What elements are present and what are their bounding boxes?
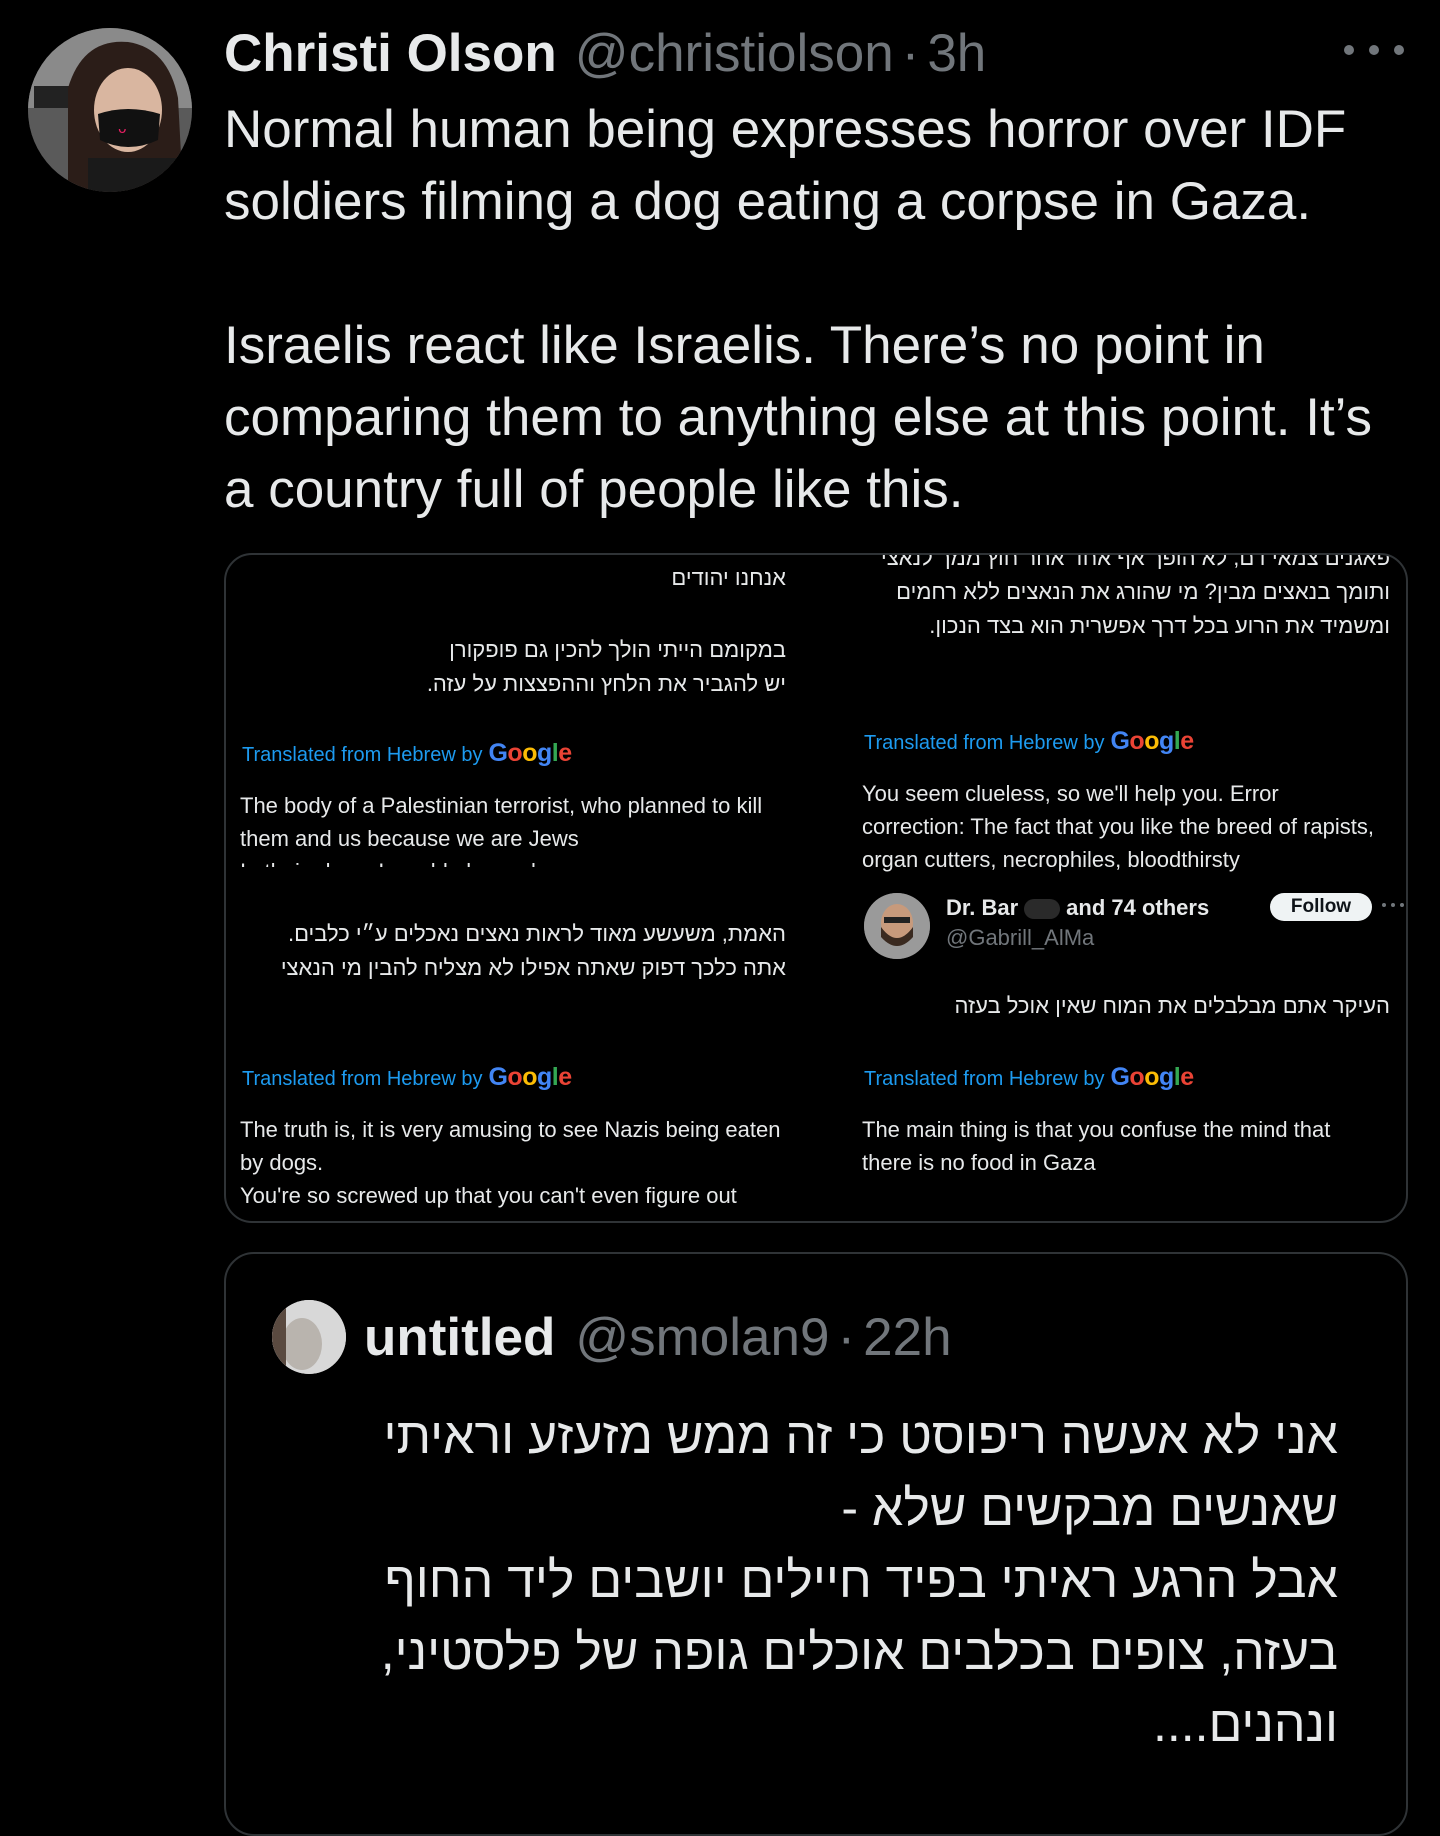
translation-label: Translated from Hebrew by Google — [242, 739, 572, 767]
author-avatar[interactable]: ᴗ — [28, 28, 192, 192]
author-handle[interactable]: @christiolson — [575, 23, 894, 84]
profile-photo — [864, 893, 930, 959]
translated-text: The truth is, it is very amusing to see … — [240, 1117, 781, 1208]
tweet-body: Normal human being expresses horror over… — [224, 94, 1414, 526]
translated-text: You seem clueless, so we'll help you. Er… — [862, 781, 1374, 872]
author-name[interactable]: Christi Olson — [224, 23, 557, 84]
quoted-tweet-header: untitled @smolan9 · 22h — [364, 1302, 952, 1372]
reply-user-avatar[interactable] — [864, 893, 930, 959]
tweet-paragraph: Normal human being expresses horror over… — [224, 100, 1347, 231]
quoted-text-line: אני לא אעשה ריפוסט כי זה ממש מזעזע וראית… — [383, 1408, 1338, 1464]
reply-user-name[interactable]: Dr. Bar and 74 others — [946, 895, 1209, 921]
quoted-tweet-body: אני לא אעשה ריפוסט כי זה ממש מזעזע וראית… — [286, 1400, 1338, 1760]
translation-label: Translated from Hebrew by Google — [242, 1063, 572, 1091]
redaction-blot — [1024, 899, 1061, 920]
separator-dot: · — [837, 1307, 856, 1367]
follow-button[interactable]: Follow — [1270, 893, 1372, 921]
google-logo: Google — [1110, 1063, 1194, 1091]
hebrew-reply-text: אנחנו יהודים — [671, 565, 786, 590]
hebrew-reply-text: האמת, משעשע מאוד לראות נאצים נאכלים ע״י … — [280, 921, 786, 980]
screenshot-left-column: אנחנו יהודים במקומם הייתי הולך להכין גם … — [226, 555, 822, 1221]
tweet-header: Christi Olson @christiolson · 3h — [224, 20, 986, 86]
tweet-paragraph: Israelis react like Israelis. There’s no… — [224, 316, 1372, 519]
more-options-icon[interactable] — [1382, 903, 1404, 909]
quoted-text-line: ונהנים.... — [1152, 1696, 1338, 1752]
hebrew-reply-text: במקומם הייתי הולך להכין גם פופקורן יש לה… — [426, 637, 786, 696]
translation-label: Translated from Hebrew by Google — [864, 727, 1194, 755]
quoted-author-avatar[interactable] — [272, 1300, 346, 1374]
hebrew-reply-text: פאגנים צמאי דם, לא הופך אף אחד אחר חוץ מ… — [881, 553, 1390, 638]
quoted-author-handle[interactable]: @smolan9 — [575, 1307, 829, 1368]
svg-text:ᴗ: ᴗ — [118, 121, 127, 137]
quoted-text-line: שאנשים מבקשים שלא - — [841, 1480, 1338, 1536]
profile-photo: ᴗ — [28, 28, 192, 192]
reply-user-handle[interactable]: @Gabrill_AlMa — [946, 925, 1094, 951]
hebrew-reply-text: העיקר אתם מבלבלים את המוח שאין אוכל בעזה — [954, 993, 1390, 1018]
translated-text: The main thing is that you confuse the m… — [862, 1117, 1331, 1175]
profile-photo — [272, 1300, 346, 1374]
quoted-author-name[interactable]: untitled — [364, 1307, 555, 1368]
translation-label: Translated from Hebrew by Google — [864, 1063, 1194, 1091]
tweet-timestamp[interactable]: 3h — [927, 23, 986, 84]
screenshot-right-column: פאגנים צמאי דם, לא הופך אף אחד אחר חוץ מ… — [824, 555, 1406, 1221]
translated-text-cutoff: In their place, I would also make popcor… — [240, 855, 780, 867]
google-logo: Google — [1110, 727, 1194, 755]
reply-user-row: Dr. Bar and 74 others @Gabrill_AlMa Follo… — [864, 893, 1404, 959]
google-logo: Google — [488, 739, 572, 767]
translated-text: The body of a Palestinian terrorist, who… — [240, 793, 763, 851]
more-options-icon[interactable] — [1344, 40, 1404, 60]
quoted-tweet[interactable]: untitled @smolan9 · 22h אני לא אעשה ריפו… — [224, 1252, 1408, 1836]
quoted-text-line: בעזה, צופים בכלבים אוכלים גופה של פלסטינ… — [380, 1624, 1338, 1680]
quoted-text-line: אבל הרגע ראיתי בפיד חיילים יושבים ליד הח… — [384, 1552, 1338, 1608]
quoted-tweet-timestamp[interactable]: 22h — [863, 1307, 951, 1368]
google-logo: Google — [488, 1063, 572, 1091]
separator-dot: · — [901, 23, 920, 83]
attached-screenshot[interactable]: אנחנו יהודים במקומם הייתי הולך להכין גם … — [224, 553, 1408, 1223]
